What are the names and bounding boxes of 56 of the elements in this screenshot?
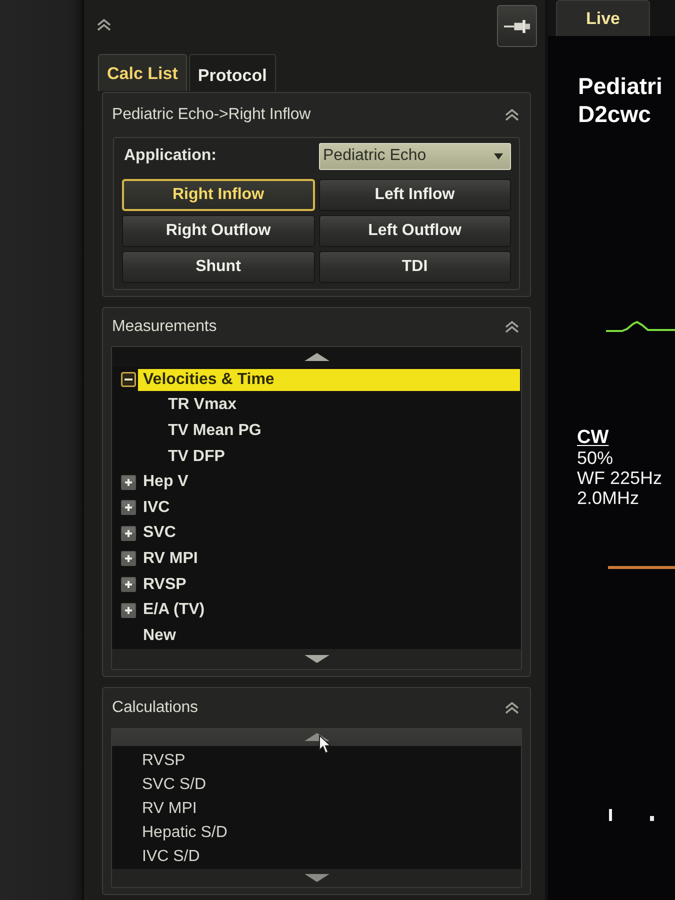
- triangle-up-icon: [304, 353, 330, 361]
- double-chevron-icon[interactable]: [504, 700, 520, 715]
- triangle-down-icon: [304, 654, 330, 663]
- application-dropdown[interactable]: Pediatric Echo: [319, 142, 511, 170]
- calculation-item[interactable]: RVSP: [112, 748, 521, 773]
- application-label: Application:: [124, 147, 216, 165]
- protocol-button[interactable]: Right Outflow: [122, 215, 314, 247]
- protocol-button[interactable]: Left Outflow: [318, 215, 511, 247]
- plus-box-icon[interactable]: [121, 602, 136, 618]
- tree-item[interactable]: TV DFP: [163, 446, 520, 468]
- mouse-pointer-icon: [319, 734, 331, 754]
- tree-item[interactable]: Hep V: [138, 471, 520, 494]
- doppler-setting: 2.0MHz: [577, 488, 640, 508]
- calculation-item[interactable]: SVC S/D: [112, 772, 521, 797]
- plus-box-icon[interactable]: [121, 577, 136, 592]
- section-title: Pediatric Echo->Right Inflow: [112, 106, 311, 124]
- calculation-item[interactable]: Hepatic S/D: [112, 820, 521, 845]
- calculation-item[interactable]: RV MPI: [112, 796, 521, 821]
- protocol-button[interactable]: Left Inflow: [318, 179, 511, 211]
- section-title: Calculations: [112, 698, 198, 717]
- tab[interactable]: Calc List: [98, 54, 187, 91]
- minus-box-icon[interactable]: [121, 372, 136, 388]
- tree-item[interactable]: TV Mean PG: [163, 420, 520, 442]
- section-title: Measurements: [112, 318, 217, 336]
- scale-tick: [609, 809, 612, 821]
- tree-item[interactable]: New: [138, 624, 520, 647]
- plus-box-icon[interactable]: [121, 526, 136, 541]
- caret-icon: [494, 152, 503, 160]
- pin-icon: [504, 20, 530, 32]
- tree-item[interactable]: IVC: [138, 496, 520, 519]
- tab[interactable]: Protocol: [188, 54, 276, 91]
- exam-title: Pediatri: [578, 72, 664, 100]
- pin-button[interactable]: [497, 5, 537, 47]
- doppler-setting: 50%: [577, 448, 614, 468]
- calculation-item[interactable]: IVC S/D: [112, 844, 521, 869]
- tree-item[interactable]: E/A (TV): [138, 599, 520, 622]
- tree-item[interactable]: TR Vmax: [163, 394, 520, 416]
- plus-box-icon[interactable]: [121, 551, 136, 566]
- triangle-down-icon: [304, 874, 330, 882]
- plus-box-icon[interactable]: [121, 474, 136, 490]
- tree-item[interactable]: RV MPI: [138, 548, 520, 570]
- view-tab[interactable]: Live: [556, 0, 650, 36]
- doppler-setting: WF 225Hz: [577, 468, 662, 488]
- tree-item[interactable]: Velocities & Time: [138, 368, 520, 391]
- double-chevron-icon[interactable]: [96, 18, 112, 32]
- doppler-baseline: [608, 566, 675, 569]
- double-chevron-icon[interactable]: [504, 320, 520, 334]
- tree-item[interactable]: RVSP: [138, 574, 520, 596]
- exam-title: D2cwc: [578, 100, 652, 128]
- protocol-button[interactable]: TDI: [318, 251, 511, 283]
- plus-box-icon[interactable]: [121, 500, 136, 516]
- protocol-button[interactable]: Shunt: [122, 251, 314, 283]
- doppler-mode: CW: [577, 428, 609, 448]
- double-chevron-icon[interactable]: [504, 108, 520, 122]
- protocol-button[interactable]: Right Inflow: [122, 179, 314, 211]
- tree-item[interactable]: SVC: [138, 522, 520, 544]
